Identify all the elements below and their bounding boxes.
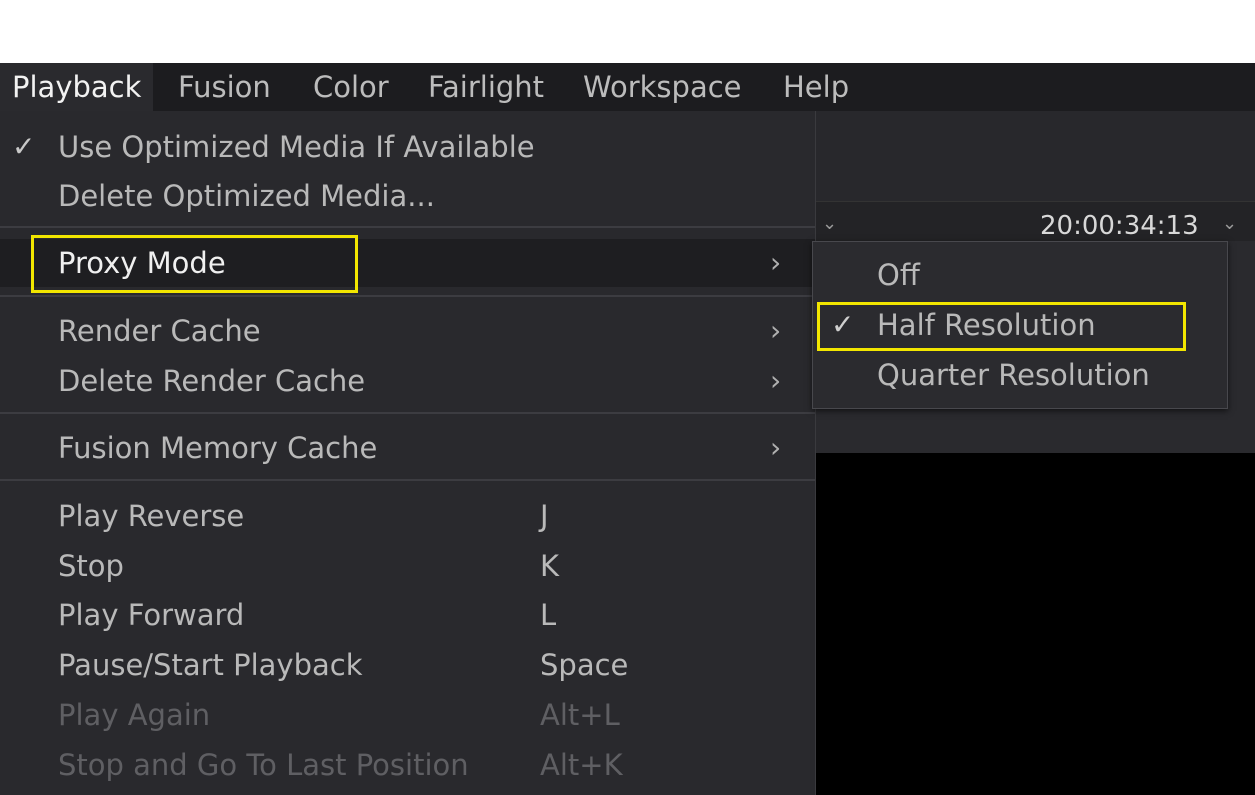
menu-item-play-again: Play Again Alt+L [0,691,815,739]
menu-item-label: Delete Optimized Media... [58,179,435,213]
menu-item-label: Stop and Go To Last Position [58,748,469,782]
menu-item-label: Pause/Start Playback [58,648,363,682]
menu-separator [0,226,815,228]
resolve-window: ⌄ 20:00:34:13 ⌄ Playback Fusion Color Fa… [0,63,1255,795]
highlight-box-half-resolution [817,302,1186,351]
chevron-down-icon[interactable]: ⌄ [822,213,837,234]
submenu-item-off[interactable]: Off [813,250,1227,300]
menu-item-label: Delete Render Cache [58,364,366,398]
playback-menu-dropdown: ✓ Use Optimized Media If Available Delet… [0,111,816,795]
menu-playback[interactable]: Playback [0,63,154,111]
shortcut-label: Alt+K [540,748,623,782]
submenu-arrow-icon: › [770,246,782,279]
menu-item-delete-render-cache[interactable]: Delete Render Cache › [0,357,815,405]
menu-item-label: Use Optimized Media If Available [58,130,535,164]
menu-item-render-cache[interactable]: Render Cache › [0,307,815,355]
menu-fusion[interactable]: Fusion [166,63,283,111]
menu-item-label: Fusion Memory Cache [58,431,378,465]
timecode-display: 20:00:34:13 [1040,211,1199,241]
menu-item-stop-and-go-to-last-position: Stop and Go To Last Position Alt+K [0,741,815,789]
menu-item-play-reverse[interactable]: Play Reverse J [0,492,815,540]
submenu-arrow-icon: › [770,431,782,464]
submenu-item-label: Off [877,258,920,292]
menu-fairlight[interactable]: Fairlight [416,63,556,111]
menu-item-delete-optimized-media[interactable]: Delete Optimized Media... [0,172,815,220]
shortcut-label: Alt+L [540,698,620,732]
menu-separator [0,295,815,297]
menu-item-fusion-memory-cache[interactable]: Fusion Memory Cache › [0,424,815,472]
menu-separator [0,479,815,481]
toolbar-panel [815,111,1255,201]
menu-item-stop[interactable]: Stop K [0,542,815,590]
menu-item-label: Play Forward [58,598,245,632]
submenu-item-label: Quarter Resolution [877,358,1150,392]
viewer-canvas [815,453,1255,795]
shortcut-label: Space [540,648,629,682]
menu-item-play-forward[interactable]: Play Forward L [0,591,815,639]
submenu-item-quarter-resolution[interactable]: Quarter Resolution [813,350,1227,400]
shortcut-label: L [540,598,557,632]
submenu-arrow-icon: › [770,364,782,397]
menu-item-label: Render Cache [58,314,261,348]
check-icon: ✓ [12,130,36,163]
menu-item-pause-start-playback[interactable]: Pause/Start Playback Space [0,641,815,689]
menu-item-label: Stop [58,549,124,583]
menu-item-label: Play Again [58,698,211,732]
menu-item-use-optimized-media[interactable]: ✓ Use Optimized Media If Available [0,123,815,171]
timecode-chevron-down-icon[interactable]: ⌄ [1222,213,1237,234]
menu-item-label: Play Reverse [58,499,245,533]
shortcut-label: J [540,499,549,533]
highlight-box-proxy-mode [31,235,358,293]
submenu-arrow-icon: › [770,314,782,347]
menu-help[interactable]: Help [771,63,861,111]
menu-color[interactable]: Color [301,63,401,111]
menu-workspace[interactable]: Workspace [571,63,754,111]
shortcut-label: K [540,549,560,583]
menu-bar: Playback Fusion Color Fairlight Workspac… [0,63,1255,111]
menu-separator [0,412,815,414]
